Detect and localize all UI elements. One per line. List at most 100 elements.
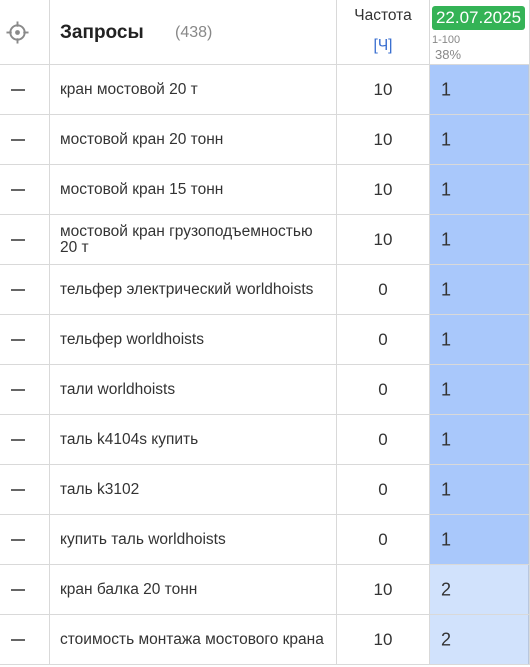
row-remove-cell bbox=[0, 365, 50, 414]
position-value: 2 bbox=[441, 629, 452, 649]
frequency-value: 0 bbox=[378, 479, 388, 499]
frequency-value: 10 bbox=[373, 129, 393, 149]
frequency-cell: 10 bbox=[337, 115, 430, 164]
query-cell: мостовой кран 20 тонн bbox=[50, 115, 337, 164]
minus-icon[interactable] bbox=[11, 639, 25, 641]
query-text: таль k3102 bbox=[60, 480, 140, 498]
position-value: 1 bbox=[441, 279, 452, 299]
table-row: таль k3102 0 1 bbox=[0, 465, 530, 515]
minus-icon[interactable] bbox=[11, 289, 25, 291]
table-row: стоимость монтажа мостового крана 10 2 bbox=[0, 615, 530, 665]
frequency-value: 10 bbox=[373, 629, 393, 649]
row-remove-cell bbox=[0, 615, 50, 664]
table-row: тельфер worldhoists 0 1 bbox=[0, 315, 530, 365]
frequency-label: Частота bbox=[354, 7, 412, 24]
query-cell: таль k3102 bbox=[50, 465, 337, 514]
minus-icon[interactable] bbox=[11, 239, 25, 241]
position-cell: 1 bbox=[430, 265, 529, 314]
frequency-cell: 10 bbox=[337, 565, 430, 614]
position-cell: 1 bbox=[430, 215, 529, 264]
position-range: 1-100 bbox=[432, 34, 461, 46]
query-text: мостовой кран грузоподъемностью 20 т bbox=[60, 222, 313, 256]
query-text: купить таль worldhoists bbox=[60, 530, 226, 548]
query-text: таль k4104s купить bbox=[60, 430, 199, 448]
table-row: таль k4104s купить 0 1 bbox=[0, 415, 530, 465]
query-text: мостовой кран 20 тонн bbox=[60, 130, 224, 148]
position-cell: 1 bbox=[430, 515, 529, 564]
date-badge[interactable]: 22.07.2025 bbox=[432, 6, 525, 30]
frequency-cell: 10 bbox=[337, 615, 430, 664]
minus-icon[interactable] bbox=[11, 189, 25, 191]
position-value: 1 bbox=[441, 329, 452, 349]
query-cell: кран мостовой 20 т bbox=[50, 65, 337, 114]
table-row: мостовой кран 15 тонн 10 1 bbox=[0, 165, 530, 215]
query-text: кран балка 20 тонн bbox=[60, 580, 198, 598]
frequency-unit-link[interactable]: [Ч] bbox=[337, 37, 429, 55]
position-cell: 1 bbox=[430, 315, 529, 364]
minus-icon[interactable] bbox=[11, 339, 25, 341]
row-remove-cell bbox=[0, 415, 50, 464]
frequency-cell: 0 bbox=[337, 265, 430, 314]
minus-icon[interactable] bbox=[11, 439, 25, 441]
query-cell: тельфер worldhoists bbox=[50, 315, 337, 364]
frequency-cell: 0 bbox=[337, 415, 430, 464]
position-cell: 1 bbox=[430, 465, 529, 514]
frequency-value: 10 bbox=[373, 179, 393, 199]
position-value: 1 bbox=[441, 129, 452, 149]
crosshair-icon[interactable] bbox=[6, 21, 29, 44]
query-cell: кран балка 20 тонн bbox=[50, 565, 337, 614]
position-value: 1 bbox=[441, 379, 452, 399]
query-text: стоимость монтажа мостового крана bbox=[60, 630, 324, 648]
position-cell: 2 bbox=[430, 615, 529, 664]
position-value: 1 bbox=[441, 429, 452, 449]
row-remove-cell bbox=[0, 565, 50, 614]
table-header: Запросы (438) Частота [Ч] 22.07.2025 1-1… bbox=[0, 0, 530, 65]
minus-icon[interactable] bbox=[11, 489, 25, 491]
queries-table: Запросы (438) Частота [Ч] 22.07.2025 1-1… bbox=[0, 0, 530, 665]
frequency-cell: 0 bbox=[337, 315, 430, 364]
row-remove-cell bbox=[0, 215, 50, 264]
frequency-cell: 10 bbox=[337, 65, 430, 114]
position-percent: 38% bbox=[435, 47, 462, 62]
frequency-value: 0 bbox=[378, 529, 388, 549]
header-icon-cell bbox=[0, 0, 50, 64]
minus-icon[interactable] bbox=[11, 389, 25, 391]
minus-icon[interactable] bbox=[11, 139, 25, 141]
frequency-cell: 0 bbox=[337, 365, 430, 414]
frequency-cell: 0 bbox=[337, 465, 430, 514]
query-cell: тельфер электрический worldhoists bbox=[50, 265, 337, 314]
query-text: тали worldhoists bbox=[60, 380, 176, 398]
row-remove-cell bbox=[0, 265, 50, 314]
row-remove-cell bbox=[0, 115, 50, 164]
query-cell: купить таль worldhoists bbox=[50, 515, 337, 564]
query-text: тельфер электрический worldhoists bbox=[60, 280, 314, 298]
header-date-cell: 22.07.2025 1-100 38% bbox=[430, 0, 529, 64]
row-remove-cell bbox=[0, 165, 50, 214]
frequency-cell: 10 bbox=[337, 165, 430, 214]
position-value: 1 bbox=[441, 529, 452, 549]
position-cell: 1 bbox=[430, 115, 529, 164]
frequency-value: 10 bbox=[373, 579, 393, 599]
table-row: тали worldhoists 0 1 bbox=[0, 365, 530, 415]
row-remove-cell bbox=[0, 465, 50, 514]
position-cell: 2 bbox=[430, 565, 529, 614]
frequency-value: 10 bbox=[373, 79, 393, 99]
position-value: 1 bbox=[441, 179, 452, 199]
minus-icon[interactable] bbox=[11, 589, 25, 591]
position-cell: 1 bbox=[430, 415, 529, 464]
table-row: мостовой кран 20 тонн 10 1 bbox=[0, 115, 530, 165]
header-query-cell: Запросы (438) bbox=[50, 0, 337, 64]
query-cell: мостовой кран грузоподъемностью 20 т bbox=[50, 215, 337, 264]
position-value: 1 bbox=[441, 479, 452, 499]
minus-icon[interactable] bbox=[11, 539, 25, 541]
minus-icon[interactable] bbox=[11, 89, 25, 91]
query-text: мостовой кран 15 тонн bbox=[60, 180, 224, 198]
frequency-value: 0 bbox=[378, 329, 388, 349]
row-remove-cell bbox=[0, 315, 50, 364]
frequency-value: 0 bbox=[378, 279, 388, 299]
position-cell: 1 bbox=[430, 65, 529, 114]
table-row: кран балка 20 тонн 10 2 bbox=[0, 565, 530, 615]
queries-count: (438) bbox=[175, 24, 213, 41]
position-value: 1 bbox=[441, 229, 452, 249]
query-cell: мостовой кран 15 тонн bbox=[50, 165, 337, 214]
